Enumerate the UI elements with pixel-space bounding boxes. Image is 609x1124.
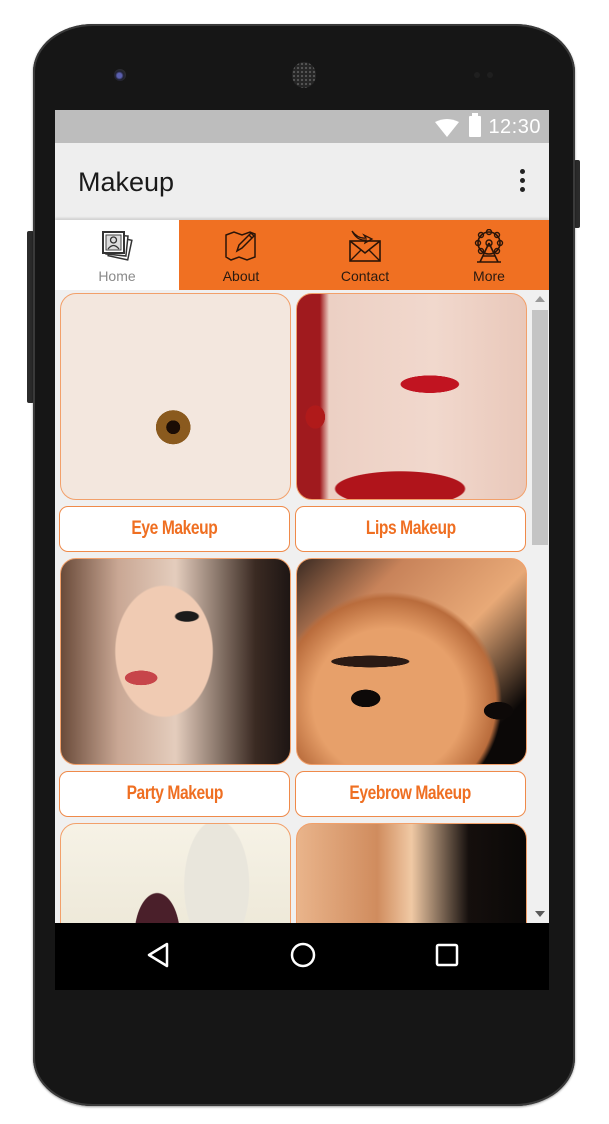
earpiece-speaker	[292, 62, 316, 88]
category-grid: Eye Makeup Lips Makeup Party Makeup Eyeb…	[55, 290, 549, 923]
front-camera	[114, 69, 126, 81]
tab-more-label: More	[473, 268, 505, 284]
proximity-sensor	[474, 72, 480, 78]
scroll-up-arrow-icon[interactable]	[535, 296, 545, 302]
scrollbar[interactable]	[531, 290, 549, 923]
eyebrow-makeup-image[interactable]	[296, 558, 527, 765]
envelope-arrow-icon	[349, 230, 381, 262]
tab-home[interactable]: Home	[55, 220, 179, 290]
scroll-down-arrow-icon[interactable]	[535, 911, 545, 917]
eye-makeup-image[interactable]	[60, 293, 291, 500]
ferris-wheel-icon	[474, 229, 504, 263]
tab-contact-label: Contact	[340, 268, 390, 284]
tab-home-label: Home	[98, 268, 136, 284]
eye-makeup-label: Eye Makeup	[131, 518, 218, 539]
wifi-icon	[435, 119, 459, 137]
lips-makeup-image[interactable]	[296, 293, 527, 500]
tab-about-label: About	[222, 268, 260, 284]
tab-contact[interactable]: Contact	[303, 220, 427, 290]
action-bar: Makeup	[55, 143, 549, 220]
eyebrow-makeup-button[interactable]: Eyebrow Makeup	[295, 771, 526, 817]
party-makeup-image[interactable]	[60, 558, 291, 765]
recents-icon[interactable]	[434, 941, 460, 969]
scroll-thumb[interactable]	[532, 310, 548, 545]
tab-more[interactable]: More	[427, 220, 549, 290]
photo-album-icon	[102, 231, 133, 261]
status-time: 12:30	[488, 116, 541, 138]
eye-makeup-button[interactable]: Eye Makeup	[59, 506, 290, 552]
home-icon[interactable]	[289, 941, 317, 969]
tab-about[interactable]: About	[179, 220, 303, 290]
party-makeup-label: Party Makeup	[126, 783, 223, 804]
eyebrow-makeup-label: Eyebrow Makeup	[349, 783, 472, 804]
bridal-makeup-image[interactable]	[60, 823, 291, 923]
battery-icon	[469, 113, 481, 137]
lips-makeup-label: Lips Makeup	[365, 518, 456, 539]
light-sensor	[487, 72, 493, 78]
more-vert-icon[interactable]	[515, 169, 529, 195]
smoky-eye-makeup-image[interactable]	[296, 823, 527, 923]
tab-bar: Home About Contact More	[55, 220, 549, 290]
device-screen: 12:30 Makeup Home About Contact More Eye…	[55, 110, 549, 990]
lips-makeup-button[interactable]: Lips Makeup	[295, 506, 526, 552]
navigation-bar	[55, 923, 549, 990]
party-makeup-button[interactable]: Party Makeup	[59, 771, 290, 817]
back-icon[interactable]	[145, 941, 171, 969]
map-pencil-icon	[225, 231, 256, 261]
app-title: Makeup	[78, 167, 175, 197]
status-bar: 12:30	[55, 110, 549, 143]
